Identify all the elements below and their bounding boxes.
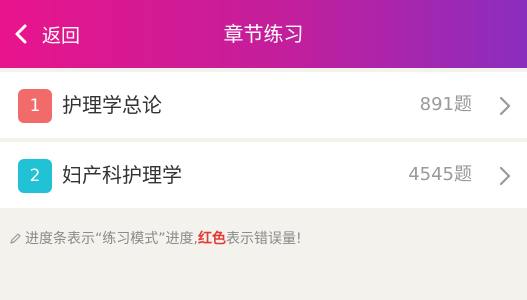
note-text-prefix: 进度条表示“练习模式”进度, <box>25 231 198 247</box>
note-highlight: 红色 <box>197 231 226 247</box>
page-title: 章节练习 <box>223 22 304 46</box>
chapter-index-badge: 2 <box>18 159 52 193</box>
chapter-name: 妇产科护理学 <box>62 163 182 187</box>
chevron-right-icon <box>497 95 513 117</box>
note-text-suffix: 表示错误量! <box>225 231 302 247</box>
chapter-item-2[interactable]: 2 妇产科护理学 4545题 <box>0 142 527 208</box>
chapter-name: 护理学总论 <box>62 93 162 117</box>
chapter-item-1[interactable]: 1 护理学总论 891题 <box>0 72 527 138</box>
app-header: 返回 章节练习 <box>0 0 527 68</box>
pencil-icon <box>8 231 25 246</box>
progress-note: 进度条表示“练习模式”进度, 红色 表示错误量! <box>8 228 302 248</box>
question-count: 4545题 <box>408 164 472 185</box>
chevron-right-icon <box>497 165 513 187</box>
question-count: 891题 <box>419 94 472 115</box>
chapter-index-badge: 1 <box>18 89 52 123</box>
